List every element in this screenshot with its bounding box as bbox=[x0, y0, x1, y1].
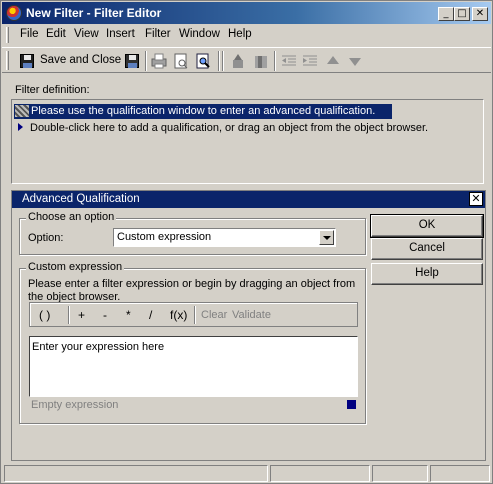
print-preview-button[interactable] bbox=[172, 52, 190, 70]
validate-button[interactable]: Validate bbox=[232, 309, 271, 321]
clear-button[interactable]: Clear bbox=[201, 309, 227, 321]
print-button[interactable] bbox=[150, 52, 168, 70]
option-label: Option: bbox=[28, 232, 64, 244]
custom-expression-legend: Custom expression bbox=[26, 261, 125, 273]
print-preview-icon bbox=[174, 53, 188, 69]
status-bar-pane-main bbox=[4, 465, 268, 482]
move-down-level-icon bbox=[255, 56, 267, 68]
option-select-value: Custom expression bbox=[117, 231, 212, 243]
chevron-down-icon[interactable] bbox=[319, 230, 334, 245]
multiply-button[interactable]: * bbox=[126, 308, 131, 322]
toolbar-separator bbox=[145, 51, 147, 71]
minimize-button[interactable]: _ bbox=[438, 7, 454, 21]
ok-button[interactable]: OK bbox=[370, 214, 484, 238]
menu-help[interactable]: Help bbox=[228, 28, 252, 40]
operator-separator bbox=[68, 306, 70, 324]
move-up-icon bbox=[327, 56, 339, 64]
expression-status-text: Empty expression bbox=[31, 399, 119, 411]
advanced-qualification-icon bbox=[15, 105, 29, 117]
outdent-icon bbox=[282, 55, 296, 66]
menu-view[interactable]: View bbox=[74, 28, 99, 40]
find-icon bbox=[196, 53, 210, 69]
filter-definition-panel[interactable]: Please use the qualification window to e… bbox=[11, 99, 484, 184]
move-up-level-button[interactable] bbox=[230, 52, 248, 70]
move-down-level-button[interactable] bbox=[252, 52, 270, 70]
divide-button[interactable]: / bbox=[149, 308, 152, 322]
help-button[interactable]: Help bbox=[371, 263, 483, 285]
move-up-level-icon bbox=[233, 54, 243, 68]
add-qualification-row[interactable]: Double-click here to add a qualification… bbox=[18, 122, 428, 134]
expression-editor[interactable]: Enter your expression here bbox=[29, 336, 358, 397]
title-bar[interactable]: New Filter - Filter Editor _ □ ✕ bbox=[2, 2, 491, 24]
option-select[interactable]: Custom expression bbox=[113, 228, 336, 247]
window-title: New Filter - Filter Editor bbox=[26, 6, 162, 20]
cancel-button[interactable]: Cancel bbox=[371, 238, 483, 260]
operator-toolbar: ( ) + - * / f(x) Clear Validate bbox=[29, 302, 358, 327]
advanced-qualification-panel: Advanced Qualification ✕ Choose an optio… bbox=[11, 190, 486, 461]
status-bar-pane-3 bbox=[430, 465, 490, 482]
app-icon bbox=[6, 5, 22, 21]
toolbar-separator bbox=[222, 51, 224, 71]
advanced-qualification-title-bar: Advanced Qualification ✕ bbox=[12, 191, 485, 208]
qualification-row-selected[interactable]: Please use the qualification window to e… bbox=[14, 104, 392, 119]
choose-option-legend: Choose an option bbox=[26, 211, 117, 223]
status-indicator-icon bbox=[347, 400, 356, 409]
plus-button[interactable]: + bbox=[78, 308, 85, 322]
menu-edit[interactable]: Edit bbox=[46, 28, 66, 40]
indent-icon bbox=[303, 55, 317, 66]
status-bar-pane-1 bbox=[270, 465, 370, 482]
move-up-button[interactable] bbox=[324, 52, 342, 70]
parentheses-button[interactable]: ( ) bbox=[39, 308, 50, 322]
expression-editor-text: Enter your expression here bbox=[32, 341, 165, 353]
operator-separator bbox=[194, 306, 196, 324]
save-and-close-label: Save and Close bbox=[40, 54, 122, 66]
filter-definition-label: Filter definition: bbox=[15, 84, 90, 96]
filter-editor-window: New Filter - Filter Editor _ □ ✕ File Ed… bbox=[0, 0, 493, 484]
save-close-icon bbox=[20, 54, 34, 68]
menu-bar: File Edit View Insert Filter Window Help bbox=[2, 25, 491, 45]
menu-window[interactable]: Window bbox=[179, 28, 220, 40]
toolbar-separator bbox=[218, 51, 220, 71]
outdent-button[interactable] bbox=[280, 52, 298, 70]
advanced-qualification-title: Advanced Qualification bbox=[22, 193, 140, 205]
expression-status-bar: Empty expression bbox=[29, 397, 358, 413]
toolbar-separator bbox=[274, 51, 276, 71]
find-button[interactable] bbox=[194, 52, 212, 70]
qualification-row-text: Please use the qualification window to e… bbox=[31, 105, 376, 117]
maximize-button[interactable]: □ bbox=[454, 7, 470, 21]
save-button[interactable] bbox=[123, 52, 141, 70]
menu-filter[interactable]: Filter bbox=[145, 28, 171, 40]
close-icon[interactable]: ✕ bbox=[469, 192, 483, 206]
triangle-right-icon bbox=[18, 123, 23, 131]
save-icon bbox=[125, 54, 139, 68]
custom-expression-instructions: Please enter a filter expression or begi… bbox=[28, 278, 356, 303]
menu-file[interactable]: File bbox=[20, 28, 39, 40]
toolbar-grip bbox=[6, 51, 9, 70]
close-button[interactable]: ✕ bbox=[472, 7, 488, 21]
add-qualification-text: Double-click here to add a qualification… bbox=[30, 122, 429, 134]
move-down-button[interactable] bbox=[346, 52, 364, 70]
toolbar: Save and Close bbox=[2, 47, 491, 73]
minus-button[interactable]: - bbox=[103, 308, 107, 322]
indent-button[interactable] bbox=[301, 52, 319, 70]
print-icon bbox=[151, 53, 167, 69]
move-down-icon bbox=[349, 58, 361, 66]
function-button[interactable]: f(x) bbox=[170, 308, 187, 322]
menu-grip bbox=[6, 27, 9, 43]
status-bar-pane-2 bbox=[372, 465, 428, 482]
menu-insert[interactable]: Insert bbox=[106, 28, 135, 40]
